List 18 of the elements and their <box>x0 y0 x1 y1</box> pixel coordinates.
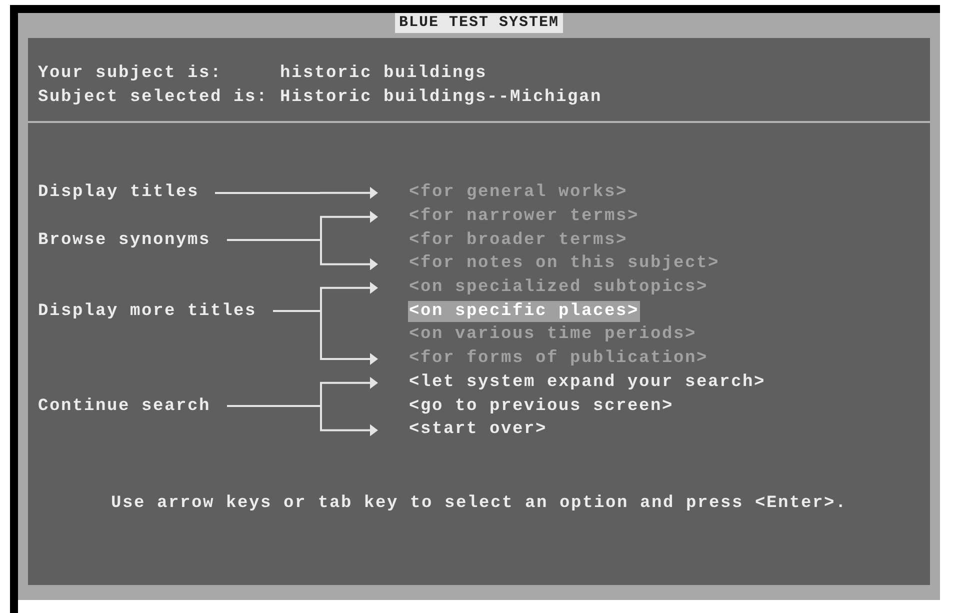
field-label: Subject selected is: <box>38 87 270 109</box>
menu-option[interactable]: <on specific places> <box>408 300 640 322</box>
field-label: Your subject is: <box>38 63 224 85</box>
instruction-text: Use arrow keys or tab key to select an option and press <Enter>. <box>110 494 848 513</box>
window-title: BLUE TEST SYSTEM <box>394 13 564 33</box>
bracket-arrows-drawing <box>320 210 378 270</box>
menu-group-label: Display titles <box>38 183 200 202</box>
field-value: historic buildings <box>280 63 488 85</box>
menu-option[interactable]: <go to previous screen> <box>408 396 675 417</box>
menu-option[interactable]: <let system expand your search> <box>408 372 767 393</box>
menu-group-label: Browse synonyms <box>38 230 211 250</box>
connector-line <box>272 310 320 312</box>
field-value: Historic buildings--Michigan <box>280 87 602 109</box>
menu-option[interactable]: <start over> <box>408 419 548 440</box>
bracket-arrows-drawing <box>320 376 378 436</box>
arrow <box>320 186 378 199</box>
menu-group-label: Continue search <box>38 396 211 416</box>
menu-group-label: Display more titles <box>38 302 257 321</box>
